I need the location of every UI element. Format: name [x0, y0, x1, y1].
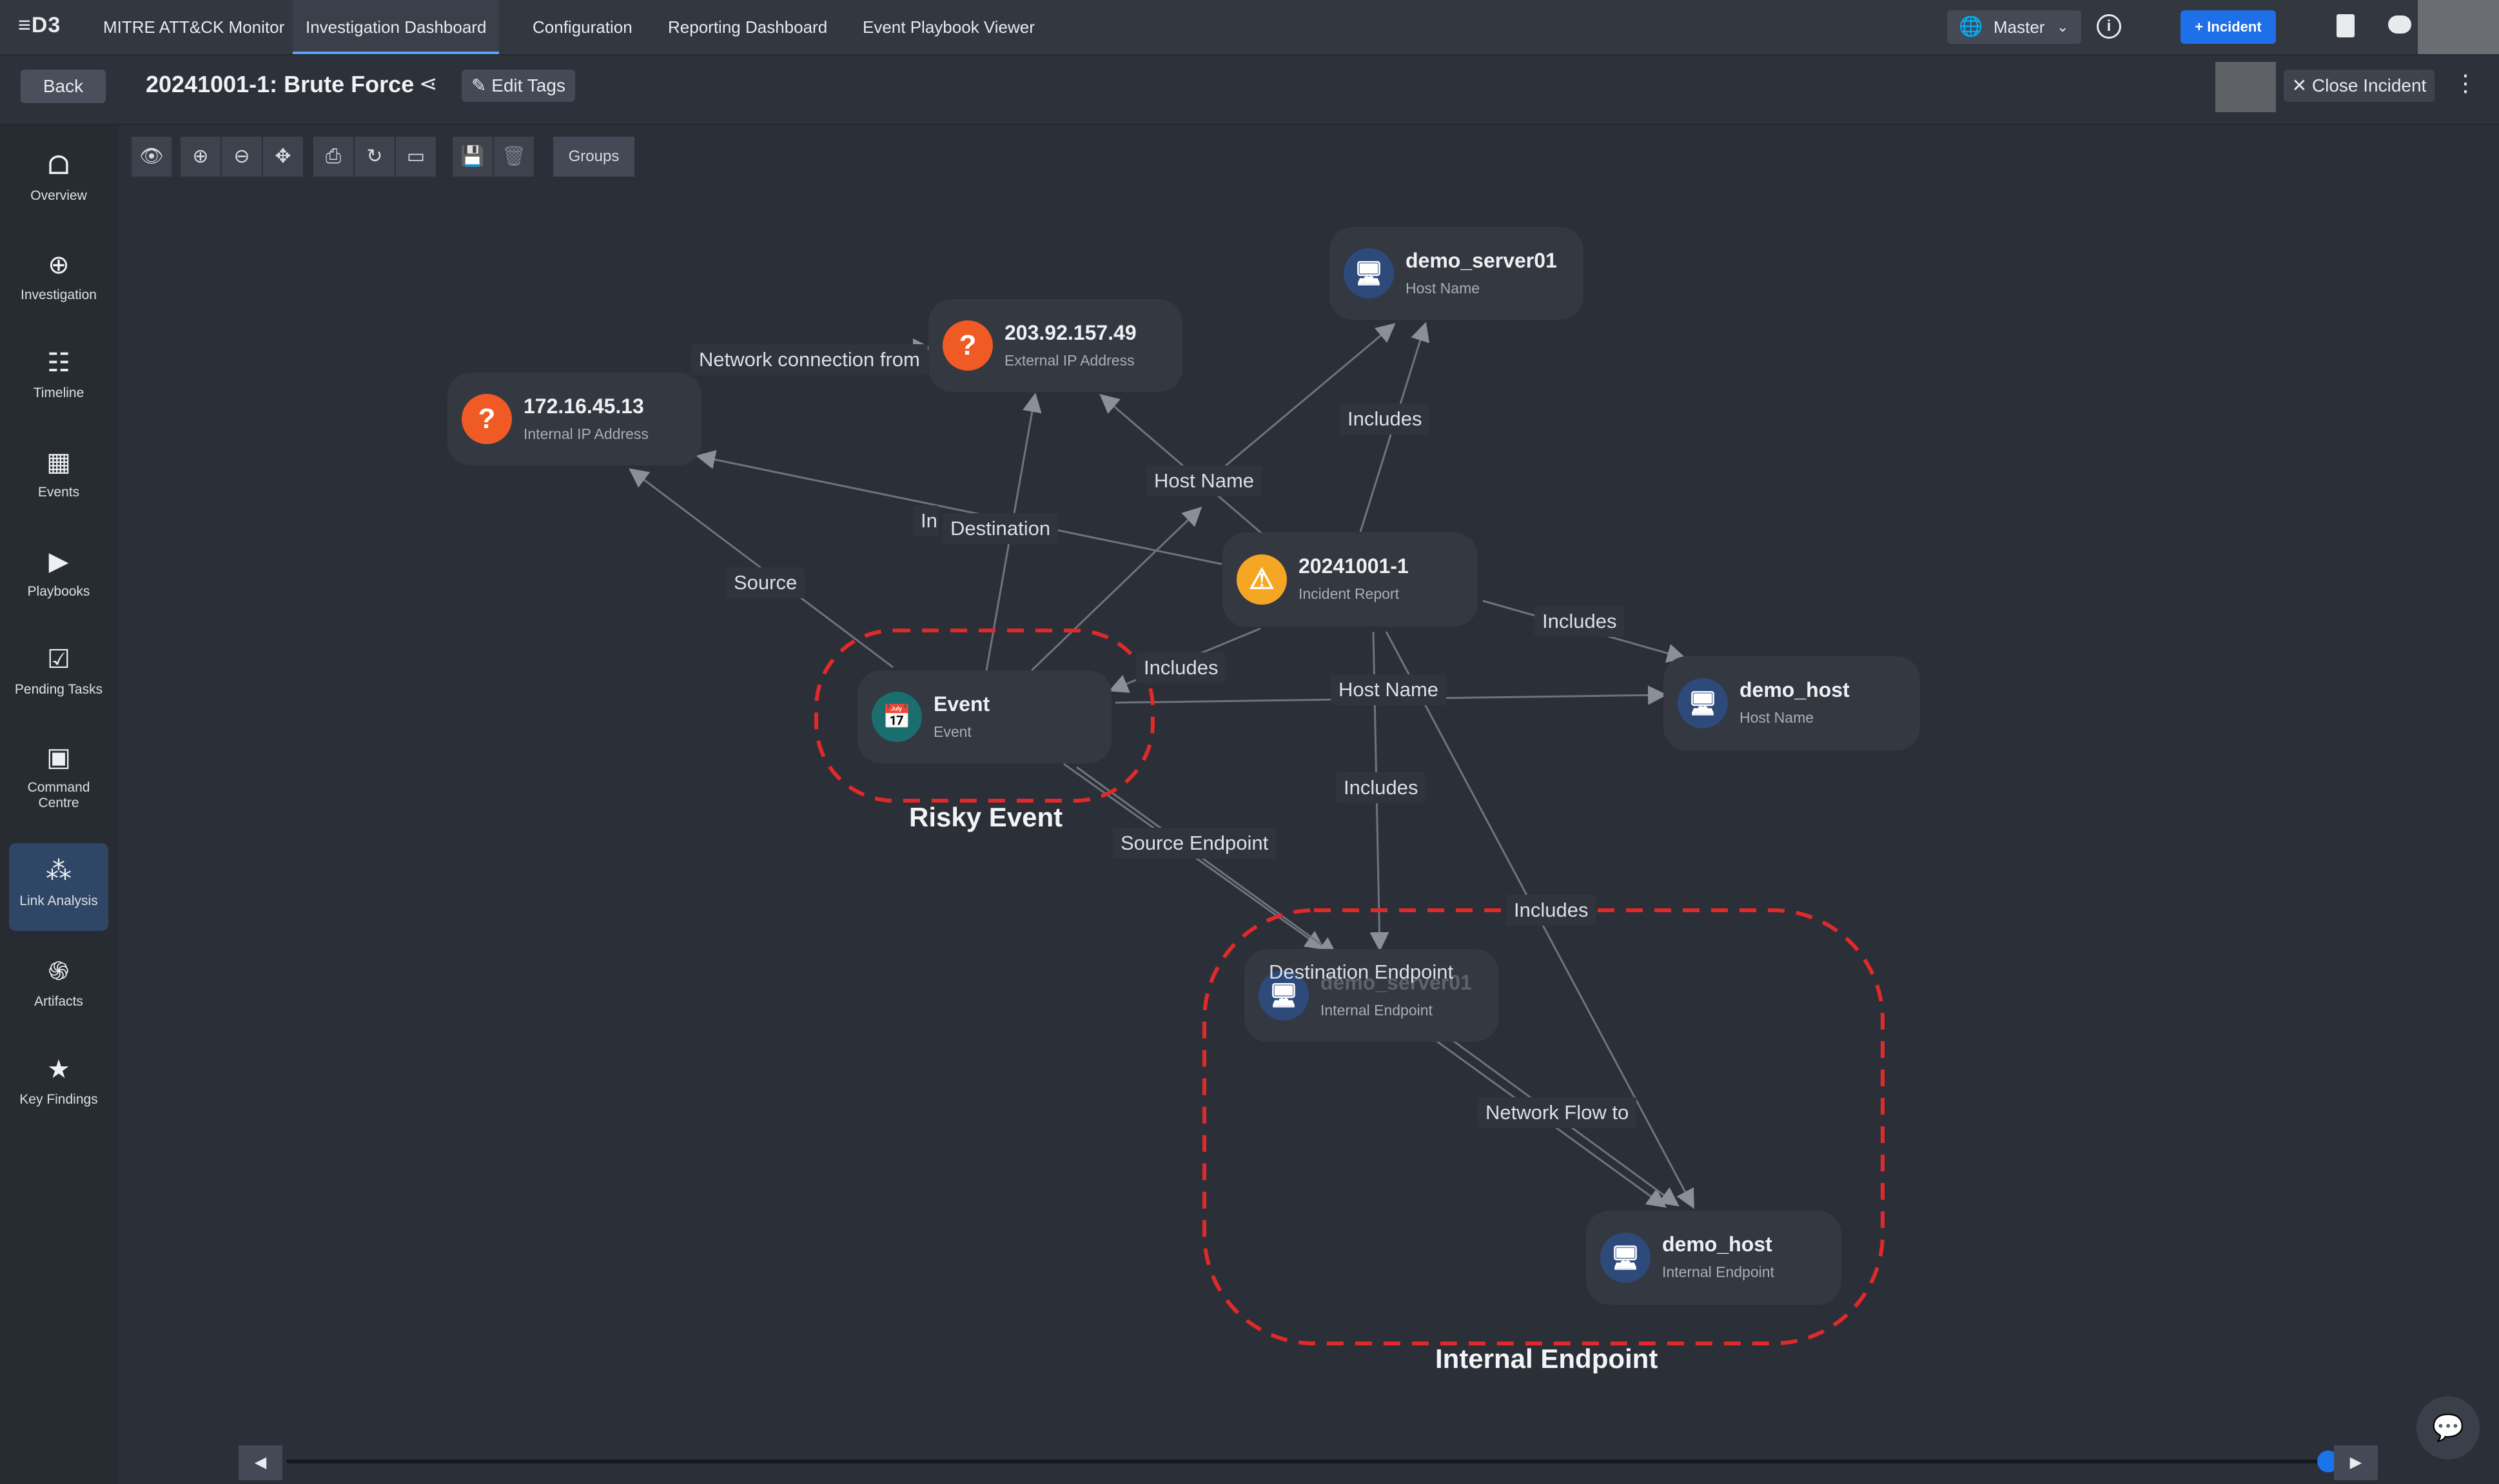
node-subtitle: External IP Address	[1004, 352, 1135, 369]
group-label-internal-endpoint: Internal Endpoint	[1435, 1343, 1658, 1374]
node-title: demo_host	[1740, 678, 1850, 701]
node-title: 20241001-1	[1298, 554, 1409, 578]
node-title: demo_host	[1662, 1233, 1772, 1256]
node-title: Event	[934, 692, 990, 716]
scroll-left-button[interactable]: ◀	[239, 1445, 282, 1480]
monitor-icon: 🖥	[1600, 1233, 1651, 1283]
edge-host-to-server	[1211, 323, 1396, 478]
node-demo-server01-hostname[interactable]: 🖥 demo_server01 Host Name	[1329, 227, 1583, 320]
warning-triangle-icon: ⚠	[1237, 554, 1287, 605]
calendar-icon: 📅	[872, 692, 922, 742]
monitor-icon: 🖥	[1344, 248, 1394, 298]
edge-label-in: In	[913, 505, 939, 536]
node-internal-ip[interactable]: ? 172.16.45.13 Internal IP Address	[447, 373, 701, 465]
group-label-risky-event: Risky Event	[909, 802, 1063, 832]
node-subtitle: Internal Endpoint	[1662, 1264, 1774, 1280]
scroll-right-button[interactable]: ▶	[2334, 1445, 2378, 1480]
edge-label-includes: Includes	[1506, 895, 1596, 926]
edge-label-host-name: Host Name	[1146, 465, 1262, 496]
edge-label-includes: Includes	[1136, 652, 1226, 683]
node-subtitle: Internal IP Address	[524, 425, 649, 442]
node-subtitle: Event	[934, 723, 972, 740]
node-title: 203.92.157.49	[1004, 321, 1137, 344]
node-external-ip[interactable]: ? 203.92.157.49 External IP Address	[928, 299, 1182, 392]
node-title: 172.16.45.13	[524, 395, 644, 418]
node-subtitle: Host Name	[1406, 280, 1480, 297]
node-event[interactable]: 📅 Event Event	[858, 670, 1112, 763]
edge-label-network-connection-from: Network connection from	[691, 344, 928, 375]
monitor-icon: 🖥	[1678, 678, 1728, 728]
node-subtitle: Internal Endpoint	[1320, 1002, 1433, 1019]
link-analysis-graph	[629, 322, 1885, 1345]
edge-label-destination: Destination	[943, 513, 1059, 544]
edge-label-includes: Includes	[1336, 772, 1426, 803]
edge-label-includes: Includes	[1534, 606, 1625, 637]
edge-label-source: Source	[726, 567, 805, 598]
question-mark-icon: ?	[462, 394, 512, 444]
edge-label-includes: Includes	[1340, 404, 1430, 434]
node-subtitle: Host Name	[1740, 709, 1814, 726]
edge-incident-to-internal-ip	[696, 450, 1222, 565]
node-subtitle: Incident Report	[1298, 585, 1399, 602]
edge-label-host-name: Host Name	[1331, 674, 1447, 705]
edge-source-endpoint-2	[1076, 766, 1338, 957]
chat-bubble-icon[interactable]: 💬	[2416, 1396, 2480, 1460]
edge-label-destination-endpoint: Destination Endpoint	[1269, 961, 1454, 983]
node-title: demo_server01	[1406, 249, 1557, 272]
edge-label-source-endpoint: Source Endpoint	[1113, 828, 1277, 859]
edge-label-network-flow-to: Network Flow to	[1478, 1097, 1637, 1128]
node-demo-host-hostname[interactable]: 🖥 demo_host Host Name	[1663, 656, 1920, 750]
node-demo-host-endpoint[interactable]: 🖥 demo_host Internal Endpoint	[1586, 1211, 1841, 1305]
node-incident-report[interactable]: ⚠ 20241001-1 Incident Report	[1222, 532, 1478, 627]
question-mark-icon: ?	[943, 320, 993, 371]
horizontal-scrollbar[interactable]	[286, 1460, 2324, 1463]
